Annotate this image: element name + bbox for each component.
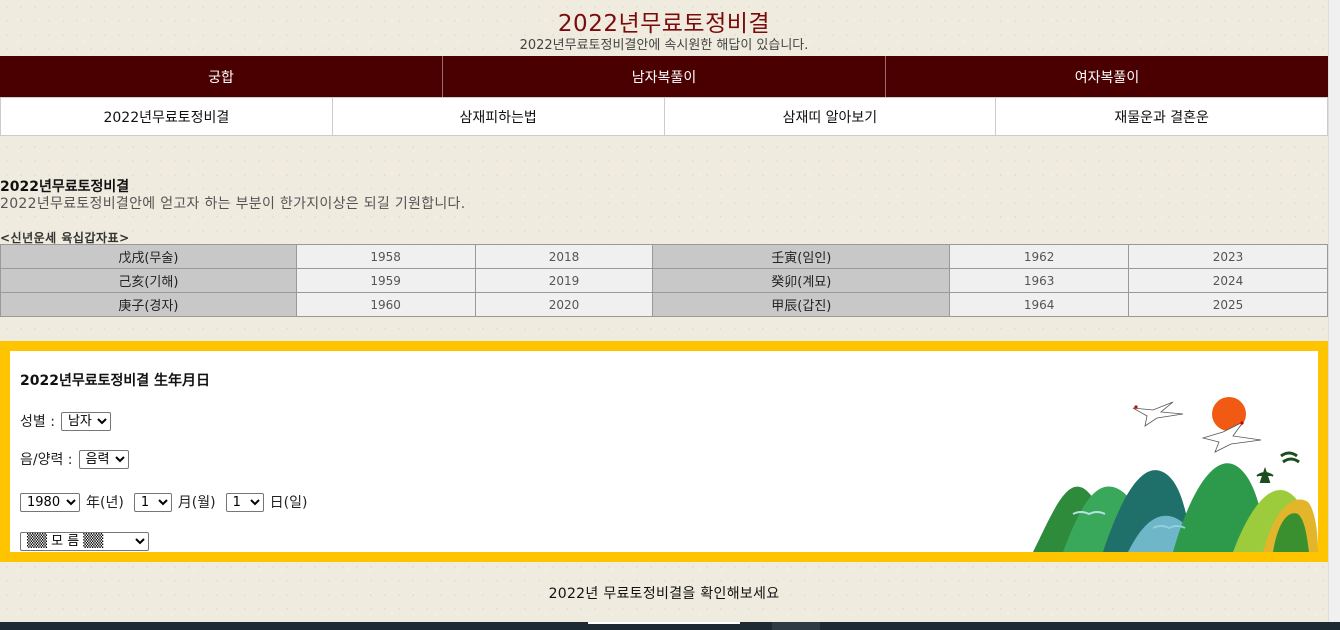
form-title: 2022년무료토정비결 生年月日 [20, 373, 210, 389]
table-cell: 2024 [1128, 268, 1328, 293]
nav-item-wealth-marriage[interactable]: 재물운과 결혼운 [995, 98, 1327, 135]
month-label: 月(월) [177, 495, 216, 511]
year-select[interactable]: 1980 [20, 492, 80, 512]
nav-item-gunghap[interactable]: 궁합 [0, 56, 442, 97]
taskbar-button[interactable] [772, 622, 820, 630]
table-cell: 壬寅(임인) [652, 244, 951, 269]
table-row: 庚子(경자) 1960 2020 甲辰(갑진) 1964 2025 [0, 292, 1328, 317]
gender-label: 성별 : [20, 414, 55, 430]
nav-item-tojeong[interactable]: 2022년무료토정비결 [1, 98, 332, 135]
year-label: 年(년) [86, 495, 124, 511]
gender-select[interactable]: 남자 [60, 411, 111, 431]
vertical-scrollbar[interactable] [1328, 0, 1340, 622]
sun-icon [1212, 397, 1246, 431]
birth-hour-select[interactable]: ▒▒ 모 름 ▒▒ [20, 532, 149, 551]
table-cell: 癸卯(계묘) [652, 268, 951, 293]
primary-nav: 궁합 남자복풀이 여자복풀이 [0, 56, 1328, 97]
mountain-sun-crane-illustration [1033, 397, 1318, 552]
calendar-select[interactable]: 음력 [78, 449, 129, 469]
secondary-nav: 2022년무료토정비결 삼재피하는법 삼재띠 알아보기 재물운과 결혼운 [0, 97, 1328, 136]
table-cell: 2018 [474, 244, 654, 269]
taskbar-indicator [588, 622, 740, 624]
section-description: 2022년무료토정비결안에 얻고자 하는 부분이 한가지이상은 되길 기원합니다… [0, 196, 466, 212]
table-cell: 2025 [1128, 292, 1328, 317]
nav-item-samjae-avoid[interactable]: 삼재피하는법 [331, 98, 664, 135]
footer-message: 2022년 무료토정비결을 확인해보세요 [548, 586, 780, 602]
nav-item-female-fortune[interactable]: 여자복풀이 [885, 56, 1328, 97]
gapja-table: 戊戌(무술) 1958 2018 壬寅(임인) 1962 2023 己亥(기해)… [0, 244, 1328, 317]
crane-icon [1132, 401, 1184, 427]
day-select[interactable]: 1 [225, 492, 264, 512]
table-cell: 2019 [474, 268, 654, 293]
table-cell: 2020 [474, 292, 654, 317]
birthdate-row: 1980 年(년) 1 月(월) 1 日(일) [20, 492, 307, 512]
nav-item-samjae-zodiac[interactable]: 삼재띠 알아보기 [663, 98, 996, 135]
table-cell: 己亥(기해) [0, 268, 297, 293]
hour-row: ▒▒ 모 름 ▒▒ [20, 532, 149, 551]
table-cell: 1963 [949, 268, 1130, 293]
table-cell: 1960 [295, 292, 476, 317]
table-cell: 1958 [295, 244, 476, 269]
table-cell: 2023 [1128, 244, 1328, 269]
birthdate-form: 2022년무료토정비결 生年月日 성별 : 남자 음/양력 : 음력 1980 … [0, 341, 1328, 562]
table-cell: 1959 [295, 268, 476, 293]
table-row: 戊戌(무술) 1958 2018 壬寅(임인) 1962 2023 [0, 244, 1328, 269]
calendar-label: 음/양력 : [20, 452, 73, 468]
month-select[interactable]: 1 [133, 492, 172, 512]
table-cell: 1964 [949, 292, 1130, 317]
table-cell: 甲辰(갑진) [652, 292, 951, 317]
taskbar-strip [0, 622, 1340, 630]
pine-tree-icon [1256, 451, 1300, 483]
nav-item-male-fortune[interactable]: 남자복풀이 [442, 56, 885, 97]
gender-row: 성별 : 남자 [20, 411, 111, 431]
day-label: 日(일) [269, 495, 308, 511]
table-row: 己亥(기해) 1959 2019 癸卯(계묘) 1963 2024 [0, 268, 1328, 293]
table-cell: 庚子(경자) [0, 292, 297, 317]
table-cell: 戊戌(무술) [0, 244, 297, 269]
page-subtitle: 2022년무료토정비결안에 속시원한 해답이 있습니다. [519, 38, 809, 53]
page-title: 2022년무료토정비결 [557, 11, 771, 37]
table-cell: 1962 [949, 244, 1130, 269]
calendar-row: 음/양력 : 음력 [20, 449, 129, 469]
